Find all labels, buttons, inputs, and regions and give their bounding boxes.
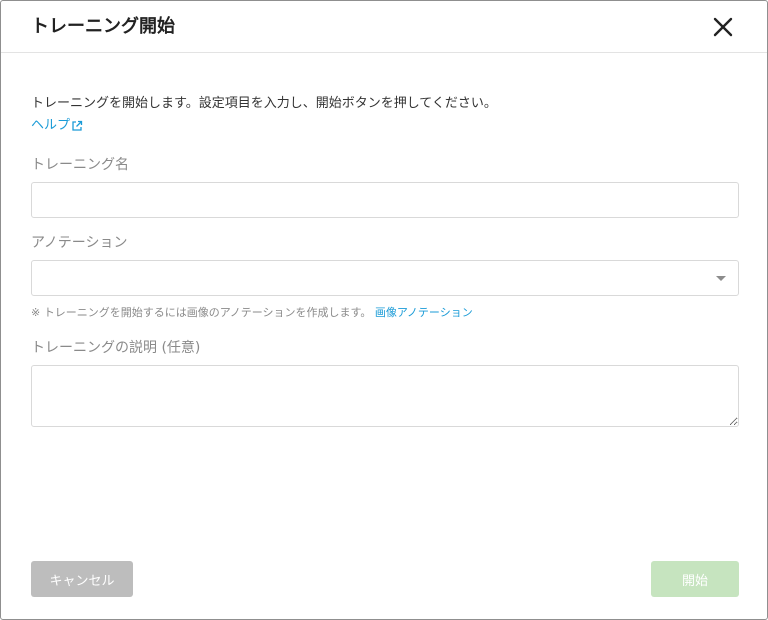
description-textarea[interactable] (31, 365, 739, 427)
help-link-label: ヘルプ (31, 118, 71, 133)
training-start-dialog: トレーニング開始 トレーニングを開始します。設定項目を入力し、開始ボタンを押して… (0, 0, 768, 620)
annotation-select[interactable] (31, 260, 739, 296)
annotation-note: ※ トレーニングを開始するには画像のアノテーションを作成します。 画像アノテーシ… (31, 305, 473, 321)
image-annotation-link[interactable]: 画像アノテーション (375, 306, 473, 319)
training-name-label: トレーニング名 (31, 157, 129, 173)
dialog-title: トレーニング開始 (31, 16, 175, 37)
description-label: トレーニングの説明 (任意) (31, 340, 201, 356)
start-button[interactable]: 開始 (651, 561, 739, 597)
annotation-note-text: ※ トレーニングを開始するには画像のアノテーションを作成します。 (31, 306, 372, 319)
intro-text: トレーニングを開始します。設定項目を入力し、開始ボタンを押してください。 (31, 96, 497, 111)
annotation-label: アノテーション (31, 235, 128, 251)
cancel-button[interactable]: キャンセル (31, 561, 133, 597)
close-icon[interactable] (710, 14, 736, 40)
external-link-icon (72, 120, 83, 131)
dialog-header: トレーニング開始 (1, 1, 767, 53)
chevron-down-icon (716, 276, 726, 281)
training-name-input[interactable] (31, 182, 739, 218)
help-link[interactable]: ヘルプ (31, 117, 83, 134)
